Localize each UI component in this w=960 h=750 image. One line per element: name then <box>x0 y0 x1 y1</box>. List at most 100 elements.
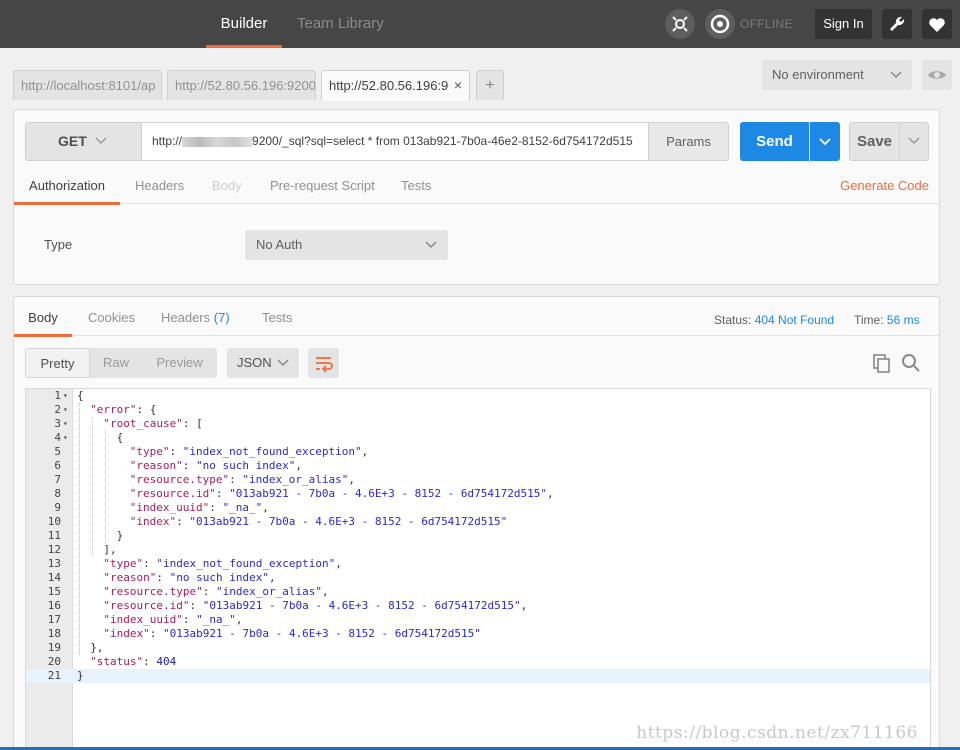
tab-authorization-label: Authorization <box>29 178 105 193</box>
add-tab-button[interactable]: + <box>476 70 504 100</box>
code-token: "index" <box>129 515 177 528</box>
code-text: "type": "index_not_found_exception", <box>130 445 368 459</box>
send-button[interactable]: Send <box>740 122 809 161</box>
code-line: 4 ▾ { <box>26 431 930 445</box>
line-number: 7 <box>54 473 61 486</box>
line-number: 6 <box>54 459 61 472</box>
tab-team-library[interactable]: Team Library <box>297 0 384 48</box>
raw-button[interactable]: Raw <box>90 348 142 378</box>
request-tab-label: http://52.80.56.196:9 <box>329 78 449 93</box>
eye-icon[interactable] <box>922 60 952 90</box>
code-token: "index_or_alias" <box>215 585 322 598</box>
code-text: "resource.id": "013ab921 - 7b0a - 4.6E+3… <box>103 599 527 613</box>
time-label: Time: <box>854 313 884 327</box>
code-text: "index": "013ab921 - 7b0a - 4.6E+3 - 815… <box>103 627 481 641</box>
auth-type-select[interactable]: No Auth <box>245 230 448 260</box>
pretty-button[interactable]: Pretty <box>25 348 90 378</box>
tab-response-headers[interactable]: Headers (7) <box>161 304 230 336</box>
response-editor[interactable]: 1 ▾{2 ▾ "error": {3 ▾ "root_cause": [4 ▾{5 "typ… <box>25 388 931 750</box>
redacted-host <box>182 136 253 147</box>
response-time: Time: 56 ms <box>854 313 920 327</box>
fold-arrow-icon[interactable]: ▾ <box>63 431 72 445</box>
fold-arrow-icon[interactable]: ▾ <box>63 389 72 403</box>
request-tab[interactable]: http://localhost:8101/ap <box>13 70 162 100</box>
line-number: 3 <box>54 417 61 430</box>
tab-builder[interactable]: Builder <box>206 0 282 48</box>
tab-response-tests[interactable]: Tests <box>262 304 292 336</box>
code-token: { <box>116 431 124 444</box>
line-number: 1 <box>54 389 61 402</box>
format-value: JSON <box>237 355 272 370</box>
send-dropdown-button[interactable] <box>810 122 840 161</box>
save-dropdown-button[interactable] <box>899 122 929 161</box>
code-token: 404 <box>156 655 177 668</box>
headers-count: (7) <box>213 310 230 325</box>
line-number: 5 <box>54 445 61 458</box>
format-select[interactable]: JSON <box>227 348 299 378</box>
sign-in-button[interactable]: Sign In <box>815 9 872 39</box>
search-icon[interactable] <box>899 351 923 375</box>
method-select[interactable]: GET <box>25 122 142 161</box>
line-number: 15 <box>47 585 61 598</box>
code-token: : <box>156 571 170 584</box>
fold-arrow-icon[interactable]: ▾ <box>63 403 72 417</box>
request-panel: GET http:// 9200/_sql?sql=select * from 0… <box>13 109 940 285</box>
code-token: : <box>229 473 243 486</box>
code-token: : <box>189 599 203 612</box>
line-number: 10 <box>47 515 61 528</box>
code-token: ], <box>103 543 117 556</box>
code-token: , <box>335 557 342 570</box>
params-button[interactable]: Params <box>648 122 729 161</box>
tab-cookies[interactable]: Cookies <box>88 304 135 336</box>
wrench-icon[interactable] <box>882 9 912 39</box>
code-token: "error" <box>90 403 137 416</box>
time-value: 56 ms <box>886 313 920 327</box>
code-token: "index_uuid" <box>103 613 183 626</box>
code-text: "index": "013ab921 - 7b0a - 4.6E+3 - 815… <box>130 515 508 529</box>
environment-select[interactable]: No environment <box>762 60 912 90</box>
copy-icon[interactable] <box>870 351 894 375</box>
line-number: 2 <box>54 403 61 416</box>
sync-icon[interactable] <box>705 9 735 39</box>
tab-headers[interactable]: Headers <box>135 172 184 204</box>
view-mode-group: Pretty Raw Preview <box>25 348 217 378</box>
chevron-down-icon <box>889 60 903 101</box>
code-line: 9 "index_uuid": "_na_", <box>26 501 930 515</box>
code-token: , <box>520 599 528 612</box>
save-button[interactable]: Save <box>849 122 900 161</box>
code-token: "no such index" <box>169 571 269 584</box>
tab-tests[interactable]: Tests <box>401 172 431 204</box>
wrap-lines-icon[interactable] <box>308 348 339 378</box>
tab-authorization[interactable]: Authorization <box>14 172 120 205</box>
request-tab[interactable]: http://52.80.56.196:9200 <box>167 70 316 100</box>
chevron-down-icon <box>424 230 438 271</box>
tab-pre-request-script[interactable]: Pre-request Script <box>270 172 375 204</box>
tab-body: Body <box>212 178 242 193</box>
tab-response-body[interactable]: Body <box>14 304 72 337</box>
code-token: "status" <box>90 655 144 668</box>
close-tab-icon[interactable]: × <box>454 71 462 100</box>
preview-button[interactable]: Preview <box>142 348 217 378</box>
line-number: 20 <box>47 655 61 668</box>
line-number: 9 <box>54 501 61 514</box>
url-input[interactable]: http:// 9200/_sql?sql=select * from 013ab… <box>141 122 650 161</box>
generate-code-link[interactable]: Generate Code <box>840 178 929 193</box>
code-line: 10 "index": "013ab921 - 7b0a - 4.6E+3 - 8… <box>26 515 930 529</box>
url-rest: 9200/_sql?sql=select * from 013ab921-7b0… <box>252 134 633 148</box>
auth-type-value: No Auth <box>256 237 303 252</box>
line-number: 11 <box>47 529 61 542</box>
code-token: "resource.id" <box>103 599 190 612</box>
code-token: "index_uuid" <box>129 501 210 514</box>
method-value: GET <box>58 133 87 149</box>
code-token: "index_not_found_exception" <box>182 445 362 458</box>
code-line: 17 "index_uuid": "_na_", <box>26 613 930 627</box>
watermark: https://blog.csdn.net/zx711166 <box>636 723 918 743</box>
code-token: } <box>77 669 84 682</box>
code-token: : <box>143 557 157 570</box>
heart-icon[interactable] <box>922 9 952 39</box>
fold-arrow-icon[interactable]: ▾ <box>63 417 72 431</box>
line-number: 17 <box>47 613 61 626</box>
code-token: "resource.type" <box>129 473 230 486</box>
interceptor-icon[interactable] <box>665 9 695 39</box>
request-tab-active[interactable]: http://52.80.56.196:9 × <box>321 70 470 101</box>
